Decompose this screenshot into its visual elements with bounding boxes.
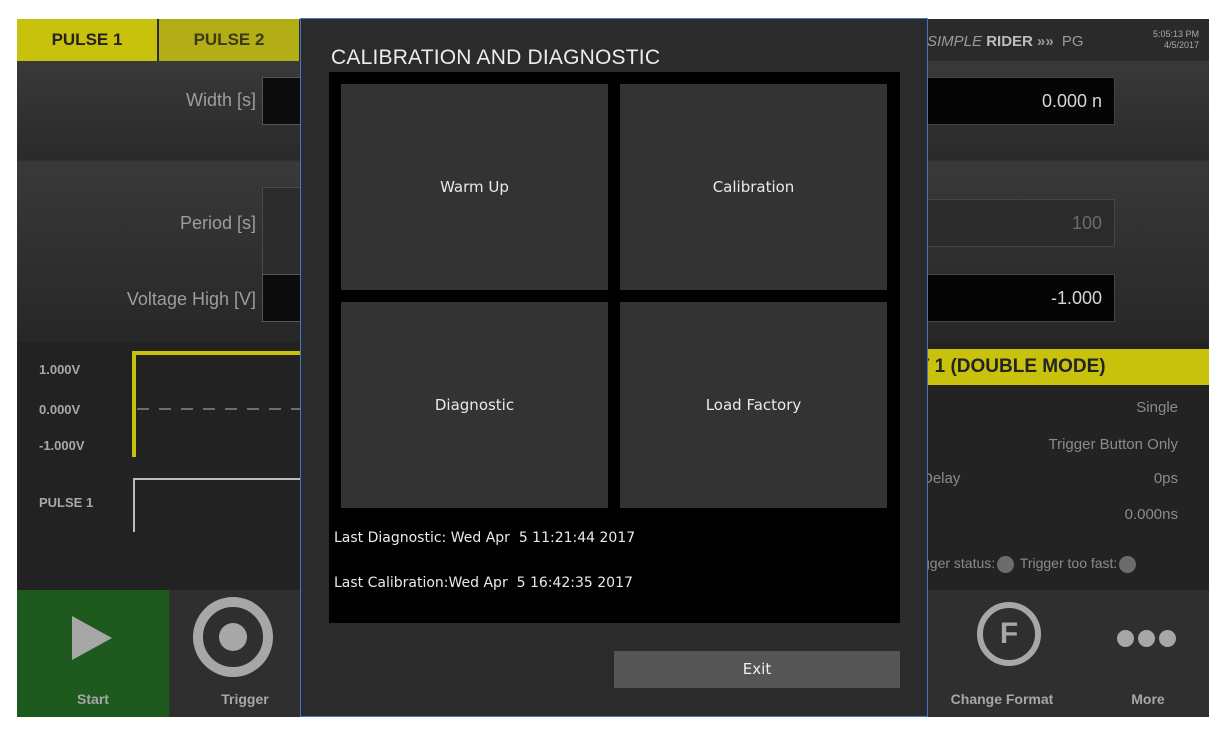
format-icon: F	[977, 602, 1041, 666]
output-row: Delay 0ps	[922, 470, 1178, 487]
width-label: Width [s]	[185, 90, 256, 110]
brand-name: RIDER	[986, 33, 1033, 50]
width-input[interactable]	[262, 77, 302, 125]
period-value-field[interactable]: 100	[922, 199, 1115, 247]
brand-suffix: PG	[1061, 33, 1084, 50]
brand-logo: SIMPLE RIDER »» PG	[927, 33, 1084, 50]
start-button[interactable]: Start	[17, 590, 169, 717]
change-format-label: Change Format	[950, 691, 1054, 707]
last-calibration-text: Last Calibration:Wed Apr 5 16:42:35 2017	[334, 575, 633, 591]
change-format-button[interactable]: F Change Format	[922, 590, 1082, 717]
more-dots-icon	[1117, 630, 1180, 651]
calibration-button[interactable]: Calibration	[620, 84, 887, 290]
trigger-status-label: gger status:	[922, 555, 996, 571]
warm-up-button[interactable]: Warm Up	[341, 84, 608, 290]
trigger-status-led-icon	[997, 555, 1015, 573]
more-button[interactable]: More	[1087, 590, 1209, 717]
trigger-fast-led-icon	[1119, 555, 1137, 573]
yellow-pulse-trace	[132, 351, 302, 457]
voltage-value-field[interactable]: -1.000	[922, 274, 1115, 322]
brand-prefix: SIMPLE	[927, 33, 983, 50]
white-pulse-trace	[133, 478, 302, 532]
trigger-button[interactable]: Trigger	[169, 590, 321, 717]
dialog-title: CALIBRATION AND DIAGNOSTIC	[331, 46, 661, 69]
period-input[interactable]	[262, 187, 302, 281]
more-label: More	[1131, 691, 1165, 707]
trigger-icon	[193, 597, 273, 677]
trigger-label: Trigger	[221, 691, 269, 707]
load-factory-button[interactable]: Load Factory	[620, 302, 887, 508]
brand-arrows-icon: »»	[1037, 33, 1054, 50]
period-label: Period [s]	[179, 213, 256, 233]
tab-pulse-2[interactable]: PULSE 2	[159, 19, 299, 61]
width-value-field[interactable]: 0.000 n	[922, 77, 1115, 125]
trigger-status-row: gger status: Trigger too fast:	[922, 555, 1138, 573]
voltage-high-input[interactable]	[262, 274, 302, 322]
waveform-preview: 1.000V 0.000V -1.000V PULSE 1	[17, 342, 302, 590]
start-label: Start	[77, 691, 109, 707]
clock-time: 5:05:13 PM	[1153, 29, 1200, 39]
waveform-trace	[132, 351, 302, 532]
tab-pulse-1[interactable]: PULSE 1	[17, 19, 157, 61]
play-icon	[72, 616, 112, 660]
voltage-high-label: Voltage High [V]	[126, 289, 256, 309]
dialog-panel: Warm Up Calibration Diagnostic Load Fact…	[329, 72, 900, 623]
trigger-fast-label: Trigger too fast:	[1019, 555, 1118, 571]
output-header: UT 1 (DOUBLE MODE)	[922, 349, 1209, 385]
clock: 5:05:13 PM 4/5/2017	[1153, 29, 1199, 51]
last-diagnostic-text: Last Diagnostic: Wed Apr 5 11:21:44 2017	[334, 530, 636, 546]
calibration-dialog: CALIBRATION AND DIAGNOSTIC Warm Up Calib…	[300, 18, 928, 717]
diagnostic-button[interactable]: Diagnostic	[341, 302, 608, 508]
clock-date: 4/5/2017	[1163, 40, 1200, 50]
exit-button[interactable]: Exit	[614, 651, 900, 688]
